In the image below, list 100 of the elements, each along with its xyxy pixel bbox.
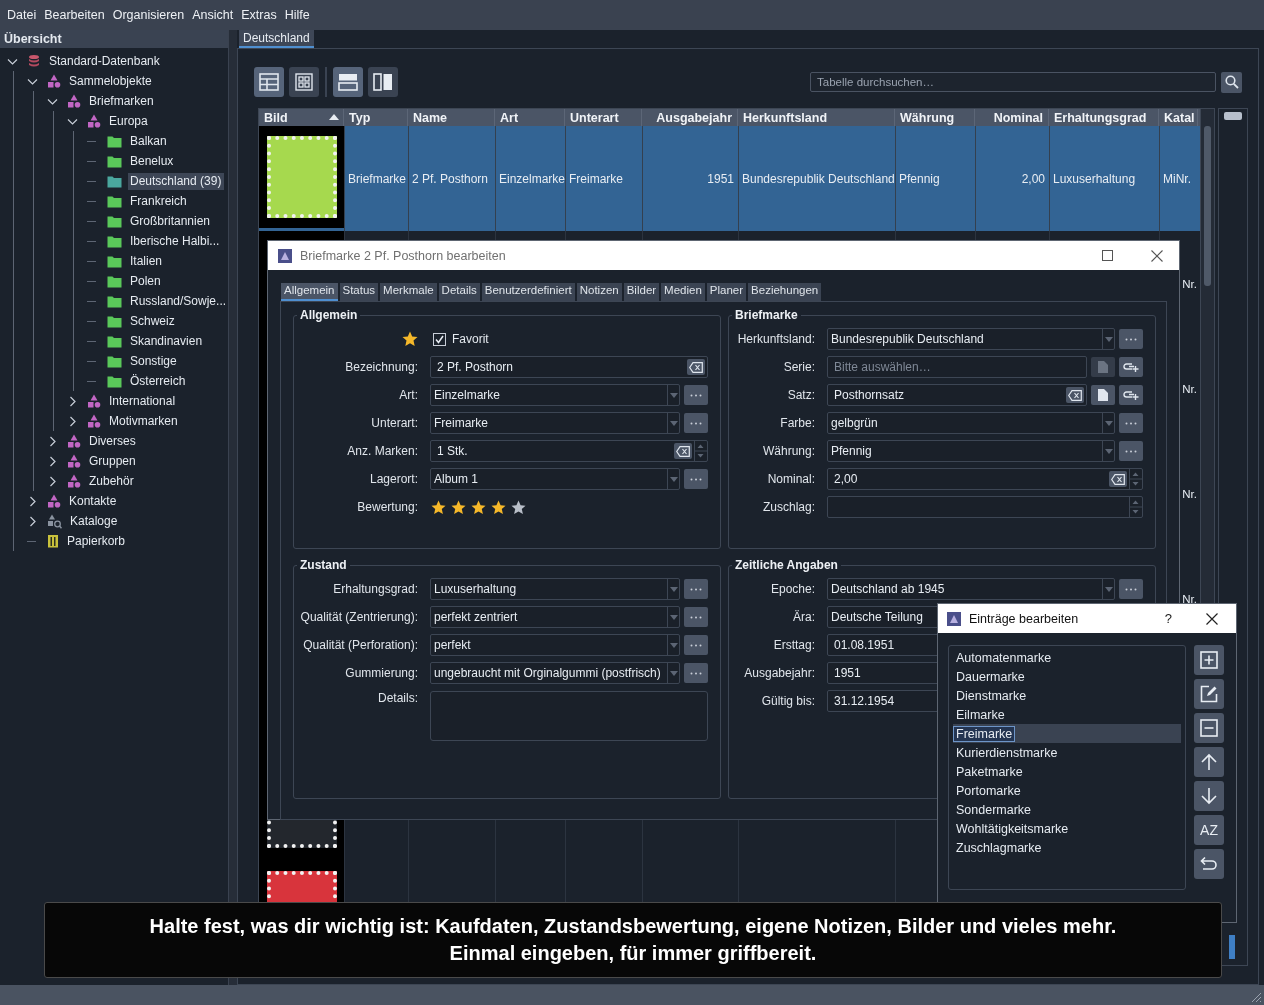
- tree-item[interactable]: Papierkorb: [65, 532, 129, 550]
- tree-item[interactable]: Österreich: [128, 372, 189, 390]
- clear-button[interactable]: [674, 443, 692, 459]
- tab[interactable]: Benutzerdefiniert: [481, 283, 575, 301]
- chevron-right-icon[interactable]: [47, 455, 58, 467]
- text-field[interactable]: 2,00: [827, 468, 1143, 490]
- tab[interactable]: Deutschland: [239, 30, 314, 48]
- tab[interactable]: Bilder: [623, 283, 660, 301]
- star-icon[interactable]: [431, 499, 446, 515]
- tree-item[interactable]: Standard-Datenbank: [47, 52, 163, 70]
- tree-item[interactable]: Kataloge: [68, 512, 121, 530]
- star-icon[interactable]: [451, 499, 466, 515]
- tree-item[interactable]: International: [107, 392, 179, 410]
- remove-button[interactable]: [1194, 713, 1224, 743]
- search-button[interactable]: [1221, 71, 1242, 93]
- clear-button[interactable]: [1109, 471, 1127, 487]
- spin-arrows-icon[interactable]: [1129, 497, 1142, 517]
- tree-item[interactable]: Italien: [128, 252, 166, 270]
- dropdown[interactable]: Freimarke: [430, 412, 680, 434]
- text-field[interactable]: 2 Pf. Posthorn: [430, 356, 708, 378]
- menu-item[interactable]: Hilfe: [280, 8, 314, 22]
- tree-item[interactable]: Polen: [128, 272, 164, 290]
- sort-button[interactable]: AZ: [1194, 815, 1224, 845]
- table-row[interactable]: Briefmarke 2 Pf. Posthorn Einzelmarke Freimarke 1951 Bundesrepublik Deutschland Pfennig 2,00 Luxuserhaltung MiNr.: [259, 126, 1200, 231]
- chevron-right-icon[interactable]: [27, 495, 38, 507]
- dropdown[interactable]: Bundesrepublik Deutschland: [827, 328, 1115, 350]
- tree-item[interactable]: Sammelobjekte: [67, 72, 155, 90]
- close-icon[interactable]: [1206, 612, 1218, 625]
- tree-item[interactable]: Deutschland (39): [128, 172, 225, 190]
- tab[interactable]: Notizen: [576, 283, 622, 301]
- resize-grip-icon[interactable]: [1250, 991, 1262, 1003]
- list-item[interactable]: Automatenmarke: [953, 648, 1181, 667]
- undo-button[interactable]: [1194, 849, 1224, 879]
- dropdown[interactable]: Pfennig: [827, 440, 1115, 462]
- grid-view-button[interactable]: [289, 67, 319, 97]
- menu-item[interactable]: Ansicht: [188, 8, 238, 22]
- tree-item[interactable]: Iberische Halbi...: [128, 232, 223, 250]
- star-icon[interactable]: [471, 499, 486, 515]
- tree-item[interactable]: Schweiz: [128, 312, 178, 330]
- list-item[interactable]: Dienstmarke: [953, 686, 1181, 705]
- tab[interactable]: Allgemein: [281, 283, 338, 301]
- dropdown[interactable]: Deutschland ab 1945: [827, 578, 1115, 600]
- tree-item[interactable]: Gruppen: [87, 452, 139, 470]
- spin-arrows-icon[interactable]: [694, 441, 707, 461]
- tree-item[interactable]: Diverses: [87, 432, 139, 450]
- spin-arrows-icon[interactable]: [1129, 469, 1142, 489]
- maximize-icon[interactable]: [1102, 250, 1113, 261]
- add-button[interactable]: [1194, 645, 1224, 675]
- scrollbar-handle[interactable]: [1224, 112, 1242, 120]
- dropdown[interactable]: ungebraucht mit Orginalgummi (postfrisch): [430, 662, 680, 684]
- list-item[interactable]: Portomarke: [953, 781, 1181, 800]
- tree-item[interactable]: Skandinavien: [128, 332, 206, 350]
- list-item[interactable]: Kurierdienstmarke: [953, 743, 1181, 762]
- scrollbar-thumb[interactable]: [1204, 126, 1211, 286]
- tree-item[interactable]: Balkan: [128, 132, 170, 150]
- text-field[interactable]: Bitte auswählen…: [827, 356, 1087, 378]
- tree-item[interactable]: Russland/Sowje...: [128, 292, 230, 310]
- tab[interactable]: Merkmale: [380, 283, 437, 301]
- list-item[interactable]: Eilmarke: [953, 705, 1181, 724]
- tab[interactable]: Medien: [661, 283, 705, 301]
- search-field[interactable]: Tabelle durchsuchen…: [810, 72, 1216, 92]
- dropdown[interactable]: perfekt zentriert: [430, 606, 680, 628]
- link-button[interactable]: [1119, 385, 1143, 405]
- list-item[interactable]: Freimarke: [953, 724, 1181, 743]
- tree-item[interactable]: Sonstige: [128, 352, 180, 370]
- tree-item[interactable]: Benelux: [128, 152, 177, 170]
- tree-item[interactable]: Kontakte: [67, 492, 120, 510]
- dropdown[interactable]: Luxuserhaltung: [430, 578, 680, 600]
- tree-item[interactable]: Großbritannien: [128, 212, 214, 230]
- tab[interactable]: Beziehungen: [748, 283, 822, 301]
- list-item[interactable]: Zuschlagmarke: [953, 838, 1181, 857]
- tree-item[interactable]: Motivmarken: [107, 412, 181, 430]
- split-v-view-button[interactable]: [368, 67, 398, 97]
- dropdown[interactable]: Album 1: [430, 468, 680, 490]
- list-item[interactable]: Wohltätigkeitsmarke: [953, 819, 1181, 838]
- text-field[interactable]: Posthornsatz: [827, 384, 1087, 406]
- edit-document-button[interactable]: [1091, 385, 1115, 405]
- edit-button[interactable]: [1194, 679, 1224, 709]
- tree-item[interactable]: Frankreich: [128, 192, 190, 210]
- text-field[interactable]: [827, 496, 1143, 518]
- tab[interactable]: Planer: [706, 283, 747, 301]
- menu-item[interactable]: Extras: [237, 8, 281, 22]
- list-item[interactable]: Sondermarke: [953, 800, 1181, 819]
- dropdown[interactable]: perfekt: [430, 634, 680, 656]
- text-field[interactable]: 1 Stk.: [430, 440, 708, 462]
- menu-item[interactable]: Organisieren: [108, 8, 189, 22]
- table-view-button[interactable]: [254, 67, 284, 97]
- chevron-right-icon[interactable]: [67, 395, 78, 407]
- down-button[interactable]: [1194, 781, 1224, 811]
- star-icon[interactable]: [491, 499, 506, 515]
- checkbox-label[interactable]: Favorit: [452, 332, 489, 346]
- checkbox[interactable]: [433, 332, 446, 346]
- chevron-right-icon[interactable]: [27, 515, 38, 527]
- link-button[interactable]: [1119, 357, 1143, 377]
- help-button[interactable]: ?: [1164, 611, 1172, 626]
- tab[interactable]: Details: [438, 283, 480, 301]
- menu-item[interactable]: Datei: [3, 8, 41, 22]
- list-item[interactable]: Paketmarke: [953, 762, 1181, 781]
- chevron-right-icon[interactable]: [47, 435, 58, 447]
- tree-item[interactable]: Zubehör: [87, 472, 137, 490]
